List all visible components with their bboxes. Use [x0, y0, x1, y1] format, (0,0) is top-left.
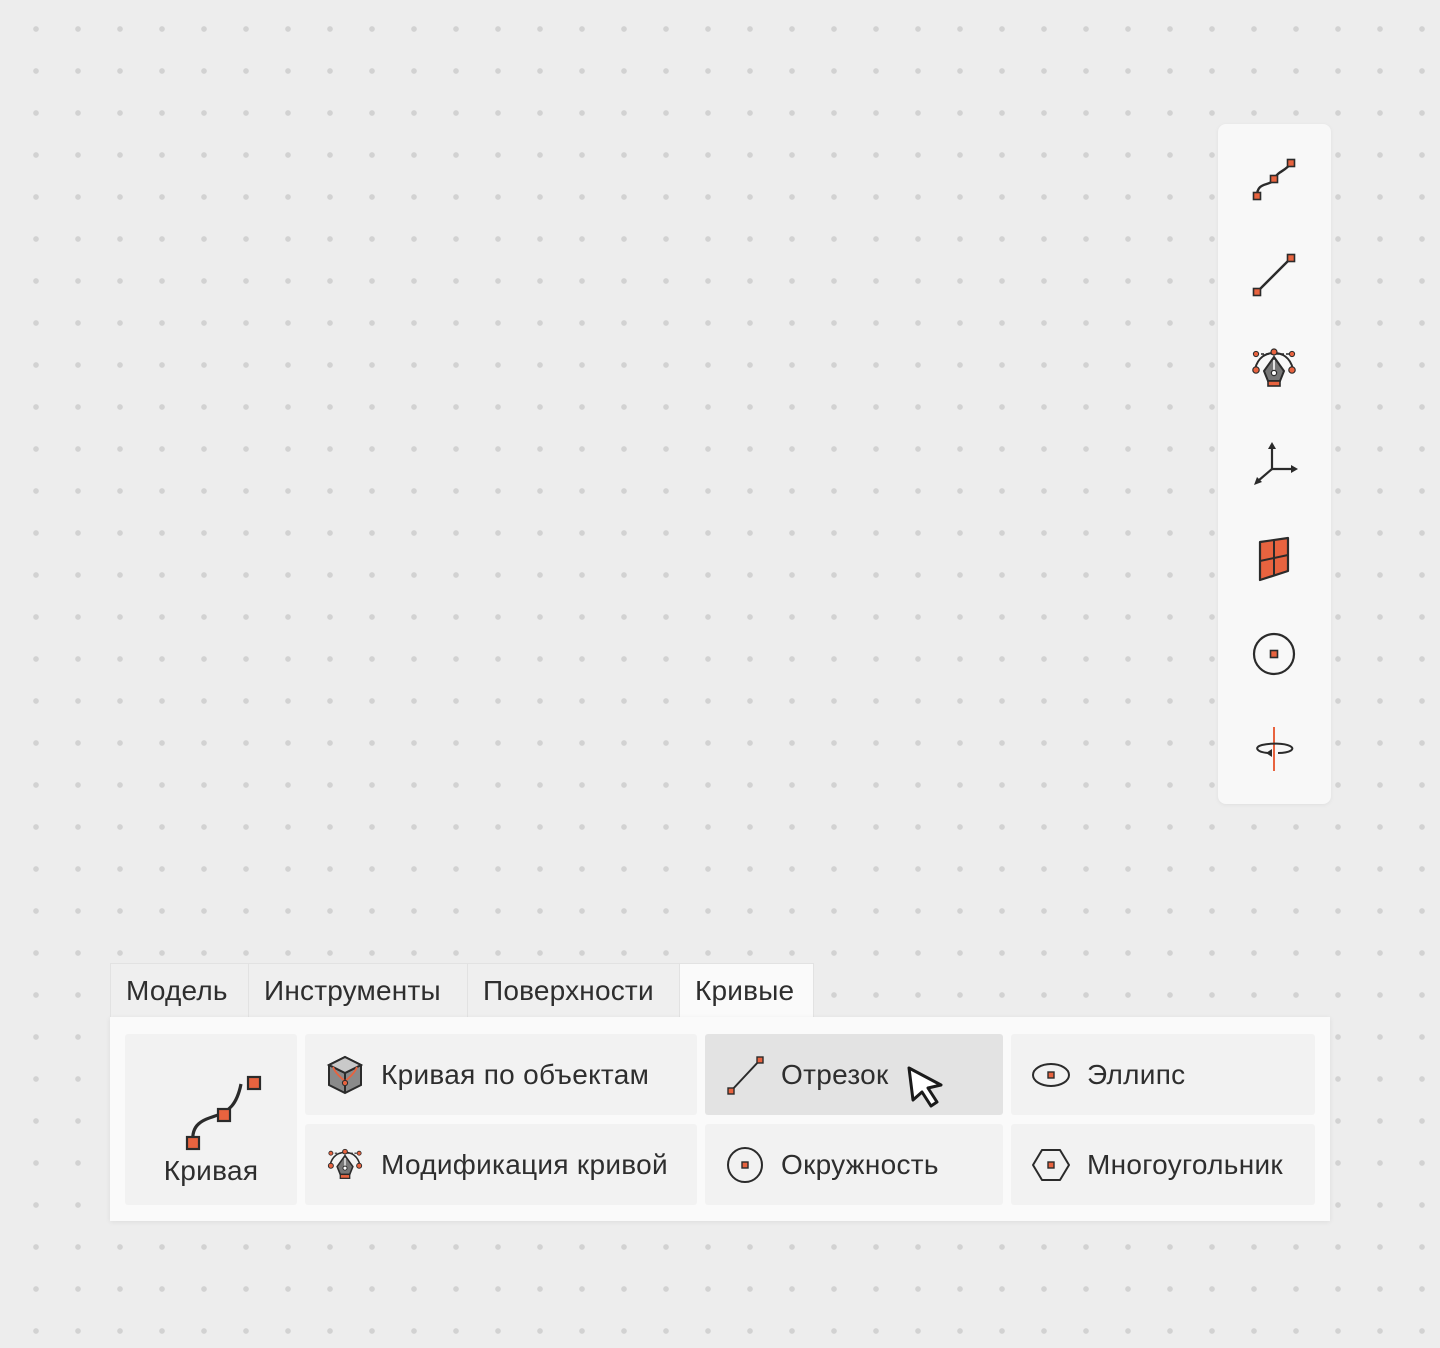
circle-label: Окружность [781, 1148, 939, 1180]
ribbon-panel: Кривая Кривая по объектам Модификация кр… [110, 1017, 1330, 1221]
cube-icon [323, 1053, 367, 1097]
side-rotate-axis-button[interactable] [1244, 717, 1304, 777]
side-curve-modify-button[interactable] [1244, 339, 1304, 399]
curve-modify-icon [1252, 348, 1296, 387]
segment-icon [723, 1053, 767, 1097]
curve-by-objects-label: Кривая по объектам [381, 1058, 650, 1090]
surface-patch-icon [1258, 536, 1290, 582]
curve-icon [1252, 158, 1296, 201]
tab-surfaces[interactable]: Поверхности [467, 963, 679, 1018]
curve-modify-icon [323, 1143, 367, 1187]
segment-icon [1252, 253, 1296, 297]
hexagon-icon [1029, 1143, 1073, 1187]
tab-model[interactable]: Модель [110, 963, 248, 1018]
circle-button[interactable]: Окружность [705, 1124, 1003, 1205]
side-circle-button[interactable] [1244, 623, 1304, 683]
tab-tools[interactable]: Инструменты [248, 963, 467, 1018]
curve-button[interactable]: Кривая [125, 1034, 297, 1205]
tab-curves[interactable]: Кривые [679, 963, 814, 1018]
curve-modify-button[interactable]: Модификация кривой [305, 1124, 697, 1205]
curve-icon [173, 1074, 263, 1164]
segment-button[interactable]: Отрезок [705, 1034, 1003, 1115]
curve-modify-label: Модификация кривой [381, 1148, 668, 1180]
curve-by-objects-button[interactable]: Кривая по объектам [305, 1034, 697, 1115]
side-curve-button[interactable] [1244, 151, 1304, 211]
segment-label: Отрезок [781, 1058, 889, 1090]
circle-icon [1252, 632, 1296, 676]
ellipse-label: Эллипс [1087, 1058, 1186, 1090]
polygon-button[interactable]: Многоугольник [1011, 1124, 1315, 1205]
side-segment-button[interactable] [1244, 245, 1304, 305]
ribbon-tabs: Модель Инструменты Поверхности Кривые [110, 963, 814, 1018]
polygon-label: Многоугольник [1087, 1148, 1283, 1180]
side-surface-button[interactable] [1244, 529, 1304, 589]
mouse-cursor-icon [906, 1065, 946, 1109]
ellipse-button[interactable]: Эллипс [1011, 1034, 1315, 1115]
ellipse-icon [1029, 1053, 1073, 1097]
side-toolbar [1218, 124, 1331, 804]
side-axes-button[interactable] [1244, 435, 1304, 495]
axes-icon [1254, 442, 1298, 485]
rotate-axis-icon [1256, 727, 1294, 771]
circle-icon [723, 1143, 767, 1187]
